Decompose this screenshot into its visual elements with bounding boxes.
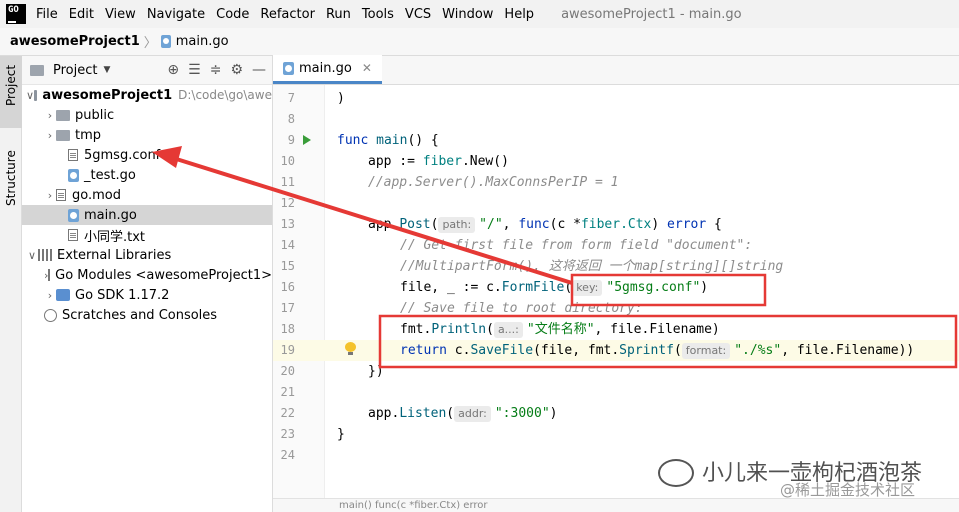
- menu-file[interactable]: File: [36, 7, 58, 22]
- tree-item-external-libraries[interactable]: ∨ External Libraries: [22, 245, 272, 265]
- run-icon[interactable]: [303, 135, 311, 145]
- tab-main-go[interactable]: main.go ✕: [273, 55, 382, 84]
- param-hint: key:: [572, 280, 603, 296]
- menu-code[interactable]: Code: [216, 7, 249, 22]
- library-icon: [38, 249, 52, 261]
- code-line-current: 19 return c.SaveFile(file, fmt.Sprintf(fo…: [273, 340, 959, 361]
- editor-tab-bar: main.go ✕: [273, 55, 959, 85]
- library-icon: [48, 269, 51, 281]
- folder-icon: [30, 64, 44, 76]
- tab-project[interactable]: Project: [0, 56, 22, 128]
- tree-item-5gmsg-conf[interactable]: 5gmsg.conf: [22, 145, 272, 165]
- tree-item-scratches[interactable]: Scratches and Consoles: [22, 305, 272, 325]
- param-hint: addr:: [454, 406, 491, 422]
- menu-tools[interactable]: Tools: [362, 7, 394, 22]
- project-view-selector[interactable]: Project: [53, 63, 97, 78]
- chevron-right-icon[interactable]: ›: [44, 189, 56, 202]
- code-line: 20}): [280, 364, 384, 379]
- menu-vcs[interactable]: VCS: [405, 7, 431, 22]
- lightbulb-icon[interactable]: [345, 342, 356, 355]
- collapse-all-icon[interactable]: ≑: [210, 62, 222, 78]
- chevron-right-icon[interactable]: ›: [44, 109, 56, 122]
- close-icon[interactable]: ✕: [362, 61, 372, 75]
- code-line: 11//app.Server().MaxConnsPerIP = 1: [280, 175, 619, 190]
- param-hint: path:: [438, 217, 476, 233]
- menu-window[interactable]: Window: [442, 7, 493, 22]
- code-line: 22 app.Listen(addr: ":3000"): [280, 406, 558, 422]
- breadcrumb-file[interactable]: main.go: [176, 34, 229, 49]
- menu-run[interactable]: Run: [326, 7, 351, 22]
- go-sdk-icon: [56, 289, 70, 301]
- folder-icon: [34, 89, 38, 101]
- tab-structure[interactable]: Structure: [0, 136, 22, 216]
- chevron-down-icon[interactable]: ∨: [26, 249, 38, 262]
- menu-view[interactable]: View: [105, 7, 136, 22]
- breadcrumb: awesomeProject1 〉 main.go: [0, 28, 959, 56]
- chevron-down-icon[interactable]: ▼: [103, 65, 110, 75]
- menu-bar: GO File Edit View Navigate Code Refactor…: [0, 0, 959, 28]
- tree-item-go-modules[interactable]: › Go Modules <awesomeProject1>: [22, 265, 272, 285]
- code-line: 14// Get first file from form field "doc…: [280, 238, 753, 253]
- code-line: 13 app.Post(path: "/", func(c *fiber.Ctx) …: [280, 217, 722, 233]
- ide-window: GO File Edit View Navigate Code Refactor…: [0, 0, 959, 512]
- go-file-icon: [68, 208, 79, 222]
- tree-item-test-go[interactable]: _test.go: [22, 165, 272, 185]
- tree-item-main-go[interactable]: main.go: [22, 205, 272, 225]
- watermark-site: @稀土掘金技术社区: [780, 481, 916, 499]
- param-hint: format:: [681, 343, 731, 359]
- locate-icon[interactable]: ⊕: [167, 62, 179, 78]
- project-panel: Project ▼ ⊕ ☰ ≑ ⚙ — ∨ awesomeProject1 D:…: [22, 56, 273, 512]
- project-path: D:\code\go\awe: [178, 88, 272, 102]
- menu-edit[interactable]: Edit: [69, 7, 94, 22]
- goland-logo: GO: [6, 4, 26, 24]
- code-editor[interactable]: 7) 8 9 func main() { 10 app := fiber.New()…: [273, 85, 959, 498]
- watermark: 小儿来一壶枸杞酒泡茶 @稀土掘金技术社区: [658, 455, 953, 505]
- text-file-icon: [68, 229, 78, 241]
- code-line: 21: [280, 385, 295, 399]
- chevron-right-icon: 〉: [143, 36, 157, 51]
- go-file-icon: [68, 168, 79, 182]
- tree-item-public[interactable]: › public: [22, 105, 272, 125]
- tree-item-project-root[interactable]: ∨ awesomeProject1 D:\code\go\awe: [22, 85, 272, 105]
- menu-help[interactable]: Help: [504, 7, 534, 22]
- breadcrumb-project[interactable]: awesomeProject1: [10, 34, 140, 49]
- mod-file-icon: [56, 189, 66, 201]
- hide-icon[interactable]: —: [252, 62, 266, 78]
- code-line: 10 app := fiber.New(): [280, 154, 509, 169]
- code-line: 23}: [280, 427, 345, 442]
- project-tree: ∨ awesomeProject1 D:\code\go\awe › publi…: [22, 85, 272, 325]
- gear-icon[interactable]: ⚙: [230, 62, 243, 78]
- go-file-icon: [283, 61, 294, 75]
- code-line: 8: [287, 112, 295, 126]
- tree-item-go-sdk[interactable]: › Go SDK 1.17.2: [22, 285, 272, 305]
- code-line: 17// Save file to root directory:: [280, 301, 643, 316]
- project-panel-header: Project ▼ ⊕ ☰ ≑ ⚙ —: [22, 56, 272, 85]
- folder-icon: [56, 109, 70, 121]
- expand-all-icon[interactable]: ☰: [188, 62, 201, 78]
- menu-refactor[interactable]: Refactor: [260, 7, 315, 22]
- chevron-right-icon[interactable]: ›: [44, 289, 56, 302]
- scratches-icon: [44, 308, 57, 322]
- code-line: 12: [280, 196, 295, 210]
- tree-item-tmp[interactable]: › tmp: [22, 125, 272, 145]
- wechat-icon: [658, 459, 694, 487]
- chevron-down-icon[interactable]: ∨: [26, 89, 34, 102]
- code-line: 15//MultipartForm(). 这将返回 一个map[string][…: [280, 259, 784, 274]
- code-line: 16 file, _ := c.FormFile(key: "5gmsg.conf"…: [280, 280, 709, 296]
- tool-window-strip: Project Structure: [0, 56, 22, 512]
- code-line: 7): [287, 91, 345, 106]
- go-file-icon: [160, 35, 171, 48]
- tree-item-go-mod[interactable]: › go.mod: [22, 185, 272, 205]
- code-line: 9 func main() {: [287, 133, 439, 148]
- folder-icon: [56, 129, 70, 141]
- text-file-icon: [68, 149, 78, 161]
- menu-navigate[interactable]: Navigate: [147, 7, 205, 22]
- window-title: awesomeProject1 - main.go: [561, 6, 742, 22]
- chevron-right-icon[interactable]: ›: [44, 129, 56, 142]
- code-line: 18 fmt.Println(a...: "文件名称", file.Filename…: [280, 322, 720, 338]
- param-hint: a...:: [493, 322, 523, 338]
- tree-item-txt[interactable]: 小同学.txt: [22, 225, 272, 245]
